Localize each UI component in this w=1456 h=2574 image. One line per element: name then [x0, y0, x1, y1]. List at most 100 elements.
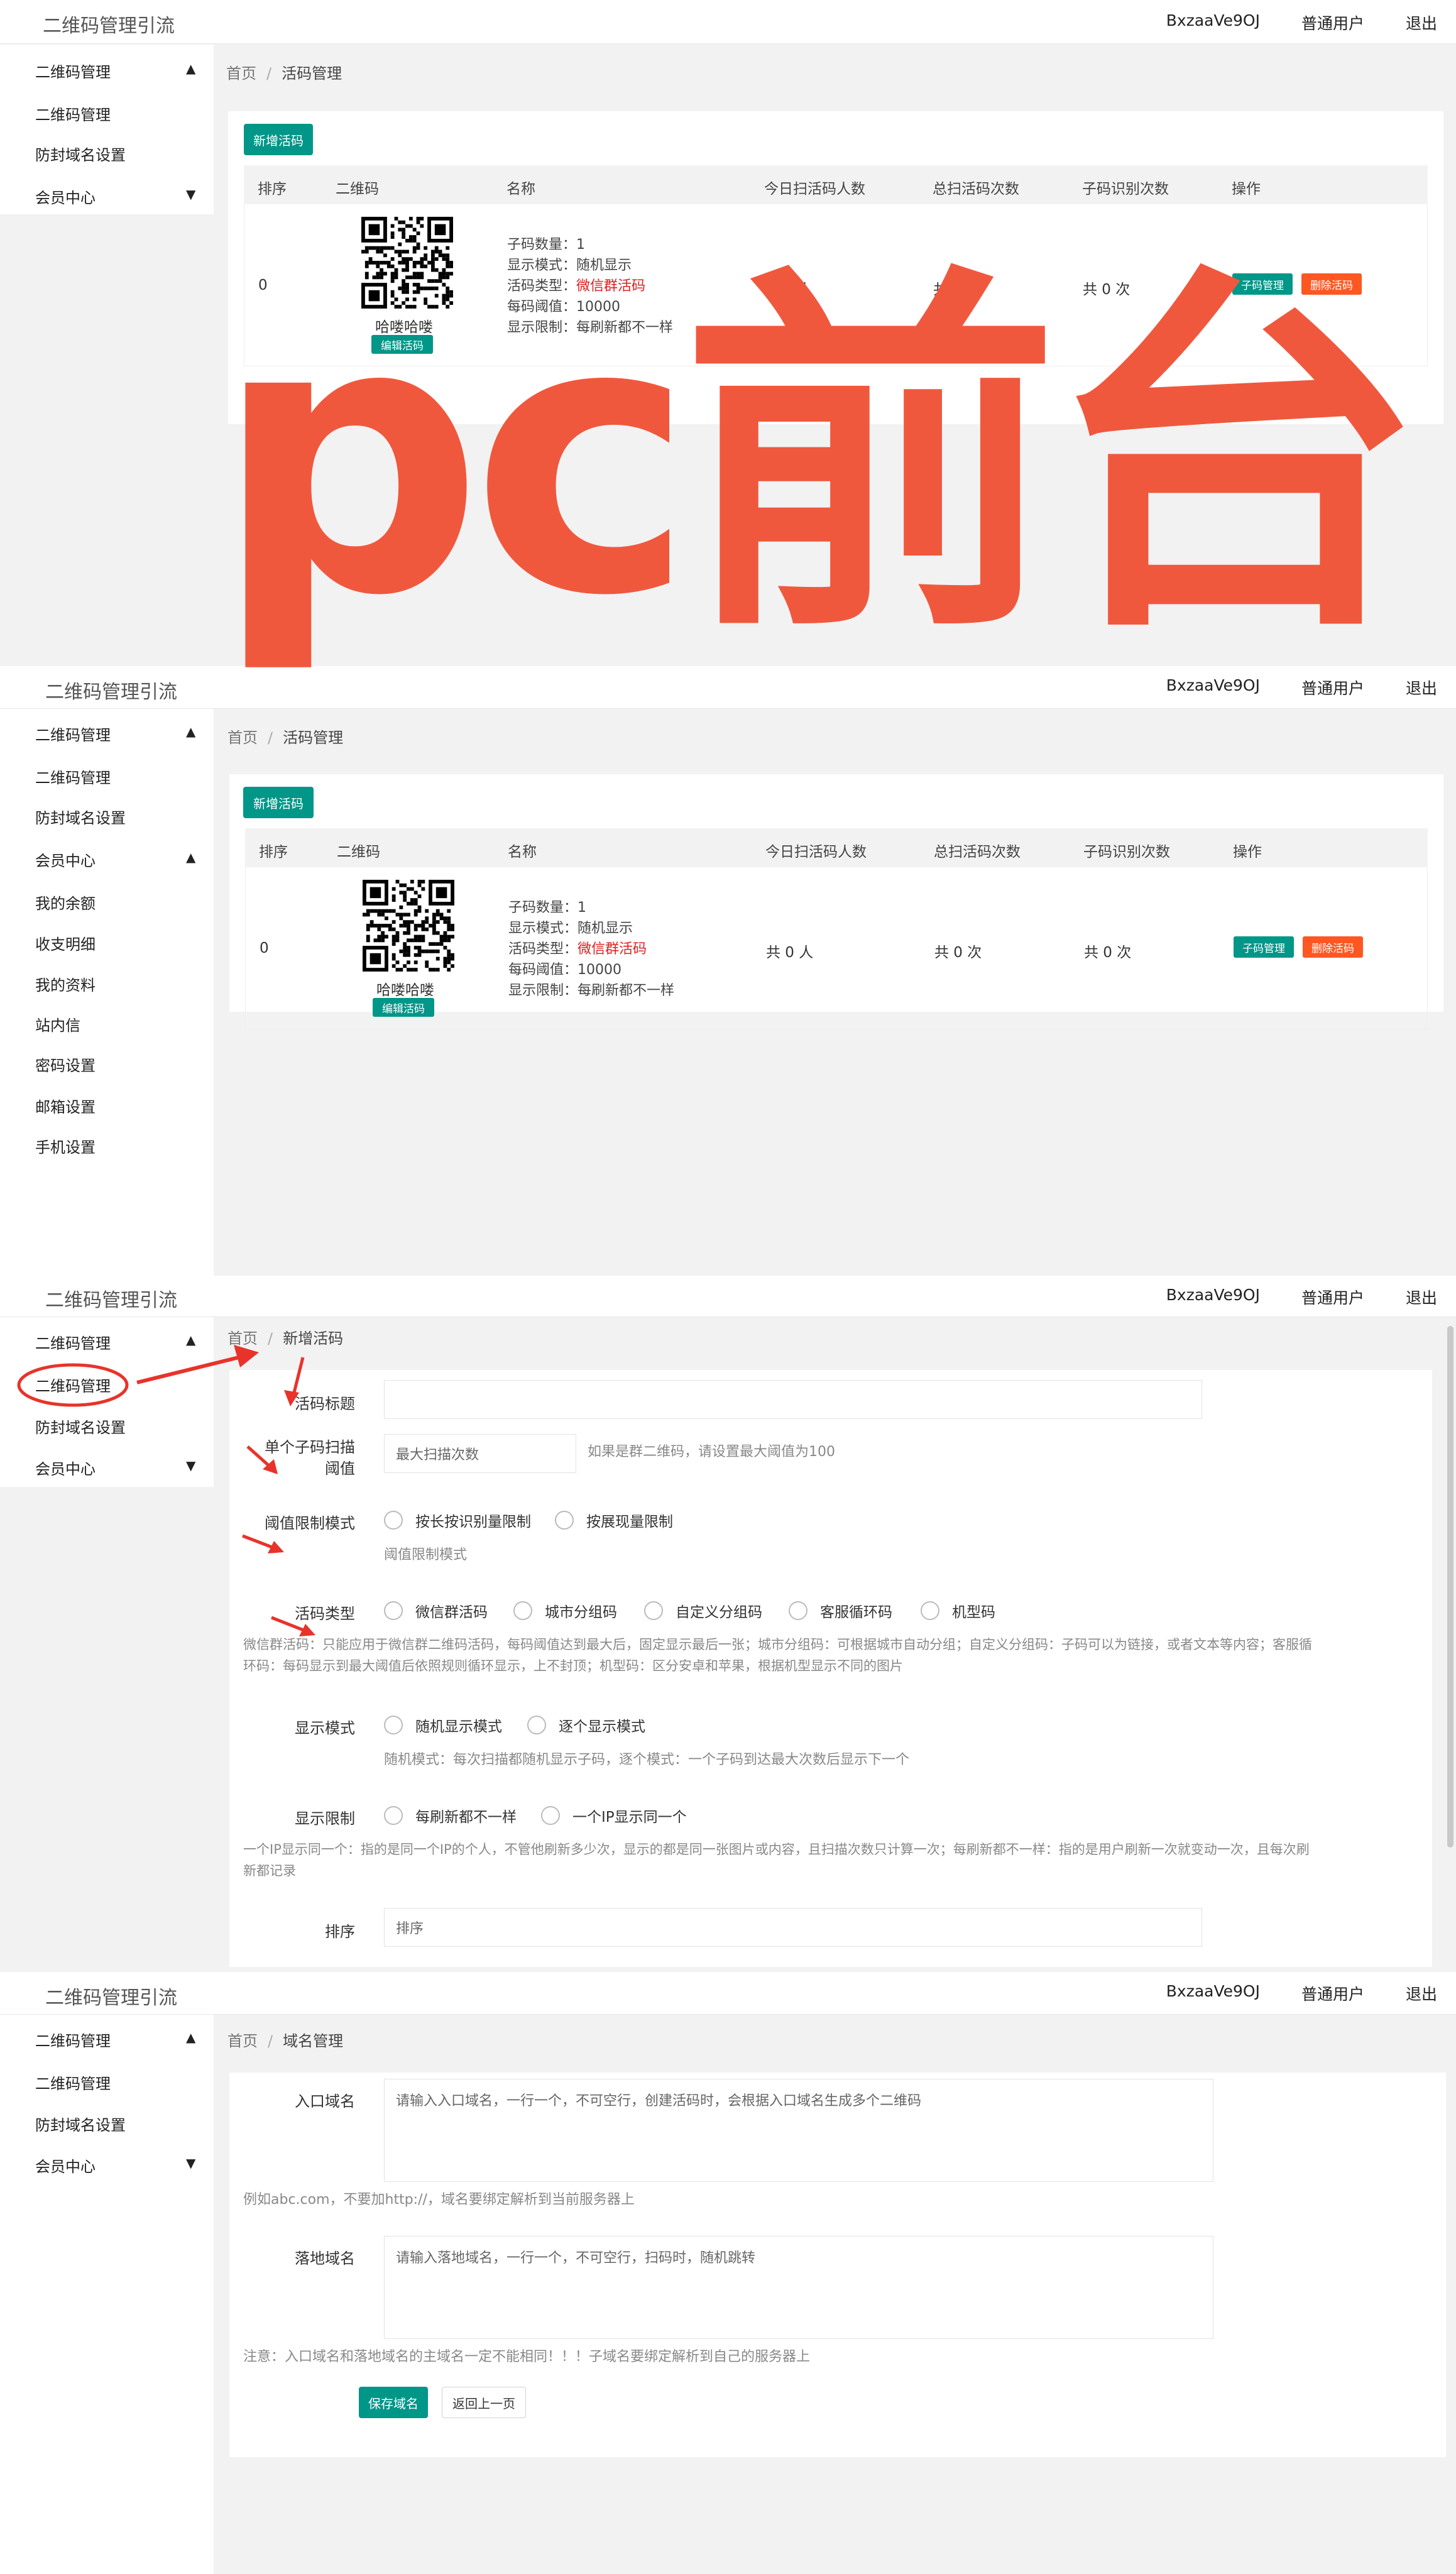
sidebar-item-qr-manage[interactable]: 二维码管理: [35, 765, 111, 787]
sidebar-group-member[interactable]: 会员中心: [35, 185, 96, 207]
delete-live-code-button[interactable]: 删除活码: [1303, 936, 1363, 958]
sidebar-item-messages[interactable]: 站内信: [35, 1013, 80, 1035]
sidebar-item-qr-manage[interactable]: 二维码管理: [35, 1374, 111, 1396]
top-nav: BxzaaVe9OJ 普通用户 退出: [1166, 1286, 1437, 1308]
sub-code-manage-button[interactable]: 子码管理: [1232, 273, 1293, 295]
radio-type-service-loop[interactable]: 客服循环码: [789, 1600, 892, 1621]
app-logo: 二维码管理引流: [45, 681, 177, 703]
sidebar-group-qr[interactable]: 二维码管理: [35, 60, 111, 82]
sub-code-manage-button[interactable]: 子码管理: [1234, 936, 1294, 958]
caret-up-icon: ▲: [186, 2030, 196, 2045]
main-content: 首页 / 活码管理 新增活码 排序 二维码 名称 今日扫活码人数 总扫活码次数 子码…: [214, 45, 1456, 666]
caret-down-icon: ▼: [186, 2155, 196, 2171]
sidebar-item-qr-manage[interactable]: 二维码管理: [35, 102, 111, 124]
scan-threshold-input[interactable]: 最大扫描次数: [384, 1434, 576, 1473]
top-nav: BxzaaVe9OJ 普通用户 退出: [1166, 11, 1437, 34]
sidebar-item-domain[interactable]: 防封域名设置: [35, 806, 126, 828]
sidebar-item-domain[interactable]: 防封域名设置: [35, 1415, 126, 1437]
add-live-code-button[interactable]: 新增活码: [243, 787, 314, 818]
radio-display-sequential[interactable]: 逐个显示模式: [527, 1714, 645, 1736]
breadcrumb-home[interactable]: 首页: [227, 729, 258, 747]
table-header: 排序 二维码 名称 今日扫活码人数 总扫活码次数 子码识别次数 操作: [245, 828, 1428, 867]
scan-threshold-help: 如果是群二维码，请设置最大阈值为100: [588, 1444, 835, 1460]
radio-threshold-impression[interactable]: 按展现量限制: [555, 1509, 673, 1531]
delete-live-code-button[interactable]: 删除活码: [1301, 273, 1362, 295]
radio-display-random[interactable]: 随机显示模式: [384, 1714, 502, 1736]
username-link[interactable]: BxzaaVe9OJ: [1166, 11, 1260, 34]
logout-link[interactable]: 退出: [1406, 1982, 1437, 2005]
sidebar-item-profile[interactable]: 我的资料: [35, 973, 96, 995]
order-input[interactable]: 排序: [384, 1908, 1202, 1947]
radio-threshold-longpress[interactable]: 按长按识别量限制: [384, 1509, 531, 1531]
radio-circle: [384, 1716, 403, 1734]
scan-threshold-label: 单个子码扫描 阈值: [265, 1438, 355, 1477]
sidebar-item-phone[interactable]: 手机设置: [35, 1135, 96, 1157]
col-qr: 二维码: [336, 181, 379, 197]
row-description: 子码数量：1 显示模式：随机显示 活码类型：微信群活码 每码阈值：10000 显…: [508, 900, 675, 999]
breadcrumb-current: 域名管理: [283, 2032, 344, 2050]
logout-link[interactable]: 退出: [1406, 676, 1437, 699]
edit-live-code-button[interactable]: 编辑活码: [373, 998, 434, 1017]
sidebar-group-member[interactable]: 会员中心: [35, 2154, 96, 2176]
qr-name: 哈喽哈喽: [375, 319, 433, 336]
radio-limit-refresh[interactable]: 每刷新都不一样: [384, 1805, 517, 1826]
landing-domain-textarea[interactable]: 请输入落地域名，一行一个，不可空行，扫码时，随机跳转: [384, 2236, 1213, 2339]
radio-type-wechat-group[interactable]: 微信群活码: [384, 1600, 488, 1621]
sidebar-group-qr[interactable]: 二维码管理: [35, 1331, 111, 1353]
breadcrumb-home[interactable]: 首页: [226, 65, 256, 82]
radio-type-device[interactable]: 机型码: [921, 1600, 995, 1621]
logout-link[interactable]: 退出: [1406, 11, 1437, 34]
sidebar: 二维码管理 ▲ 二维码管理 防封域名设置 会员中心 ▲ 我的余额 收支明细 我的…: [0, 709, 214, 1276]
entry-domain-textarea[interactable]: 请输入入口域名，一行一个，不可空行，创建活码时，会根据入口域名生成多个二维码: [384, 2079, 1213, 2182]
sidebar-group-qr[interactable]: 二维码管理: [35, 2029, 111, 2051]
live-code-type-label: 活码类型: [295, 1605, 355, 1623]
breadcrumb-current: 活码管理: [282, 65, 342, 82]
sidebar-item-domain[interactable]: 防封域名设置: [35, 143, 126, 165]
screen-live-code-list-collapsed: 二维码管理引流 BxzaaVe9OJ 普通用户 退出 二维码管理 ▲ 二维码管理…: [0, 0, 1456, 666]
sidebar-group-member[interactable]: 会员中心: [35, 848, 96, 870]
landing-domain-label: 落地域名: [295, 2250, 355, 2267]
title-input[interactable]: [384, 1380, 1202, 1419]
sidebar-item-email[interactable]: 邮箱设置: [35, 1095, 96, 1117]
radio-type-custom-group[interactable]: 自定义分组码: [644, 1600, 762, 1621]
save-domain-button[interactable]: 保存域名: [359, 2387, 428, 2418]
user-role-link[interactable]: 普通用户: [1301, 1982, 1364, 2005]
user-role-link[interactable]: 普通用户: [1301, 1286, 1364, 1308]
display-mode-label: 显示模式: [295, 1719, 355, 1737]
live-code-type-highlight: 微信群活码: [577, 941, 647, 957]
username-link[interactable]: BxzaaVe9OJ: [1166, 1982, 1260, 2005]
entry-domain-label: 入口域名: [295, 2093, 355, 2110]
total-scans: 共 0 次: [933, 282, 981, 298]
radio-circle: [789, 1601, 807, 1620]
sidebar-item-qr-manage[interactable]: 二维码管理: [35, 2071, 111, 2093]
username-link[interactable]: BxzaaVe9OJ: [1166, 1286, 1260, 1308]
table-header: 排序 二维码 名称 今日扫活码人数 总扫活码次数 子码识别次数 操作: [244, 165, 1428, 204]
display-limit-label: 显示限制: [295, 1810, 355, 1827]
col-name: 名称: [508, 844, 537, 860]
sidebar: 二维码管理 ▲ 二维码管理 防封域名设置 会员中心 ▼: [0, 1317, 214, 1487]
sidebar-group-member[interactable]: 会员中心: [35, 1457, 96, 1479]
sidebar-item-domain[interactable]: 防封域名设置: [35, 2113, 126, 2135]
edit-live-code-button[interactable]: 编辑活码: [371, 335, 433, 354]
sub-scans: 共 0 次: [1084, 945, 1132, 961]
top-nav: BxzaaVe9OJ 普通用户 退出: [1166, 1982, 1437, 2005]
sidebar-item-transactions[interactable]: 收支明细: [35, 932, 96, 954]
sidebar-group-qr[interactable]: 二维码管理: [35, 723, 111, 745]
radio-limit-ip[interactable]: 一个IP显示同一个: [541, 1805, 687, 1826]
sidebar-item-password[interactable]: 密码设置: [35, 1053, 96, 1075]
logout-link[interactable]: 退出: [1406, 1286, 1437, 1308]
breadcrumb-home[interactable]: 首页: [227, 2032, 258, 2050]
user-role-link[interactable]: 普通用户: [1301, 11, 1364, 34]
sidebar-item-balance[interactable]: 我的余额: [35, 891, 96, 913]
username-link[interactable]: BxzaaVe9OJ: [1166, 676, 1260, 699]
back-button[interactable]: 返回上一页: [442, 2387, 526, 2418]
radio-type-city-group[interactable]: 城市分组码: [513, 1600, 617, 1621]
col-order: 排序: [259, 844, 288, 860]
add-live-code-button[interactable]: 新增活码: [244, 124, 313, 155]
radio-circle: [384, 1806, 403, 1825]
user-role-link[interactable]: 普通用户: [1301, 676, 1364, 699]
today-scans: 共 0 人: [765, 282, 813, 298]
breadcrumb-home[interactable]: 首页: [227, 1330, 258, 1347]
breadcrumb-current: 新增活码: [283, 1330, 344, 1347]
page-scrollbar[interactable]: [1447, 1326, 1453, 1848]
